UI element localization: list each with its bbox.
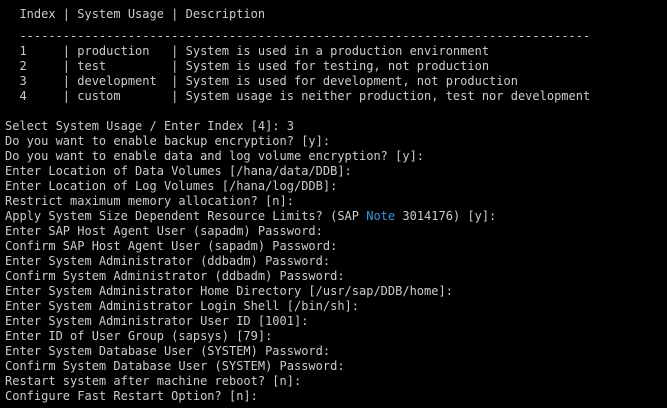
prompt-fast-restart[interactable]: Configure Fast Restart Option? [n]: [5,389,667,404]
prompt-data-volumes: Enter Location of Data Volumes [/hana/da… [5,164,352,178]
prompt-sysadm-password: Enter System Administrator (ddbadm) Pass… [5,254,331,268]
prompt-log-volumes: Enter Location of Log Volumes [/hana/log… [5,179,338,193]
prompt-sysadm-uid: Enter System Administrator User ID [1001… [5,314,309,328]
table-row: 4 | custom | System usage is neither pro… [5,89,591,103]
prompt-sysadm-home: Enter System Administrator Home Director… [5,284,453,298]
prompt-group-id: Enter ID of User Group (sapsys) [79]: [5,329,273,343]
prompt-db-user-confirm: Confirm System Database User (SYSTEM) Pa… [5,359,345,373]
terminal-window[interactable]: Index | System Usage | Description -----… [0,0,667,408]
prompt-select-usage: Select System Usage / Enter Index [4]: 3 [5,119,294,133]
table-row: 1 | production | System is used in a pro… [5,44,490,58]
prompt-sysadm-confirm: Confirm System Administrator (ddbadm) Pa… [5,269,345,283]
prompt-resource-limits-suffix: 3014176) [y]: [395,209,497,223]
prompt-sysadm-shell: Enter System Administrator Login Shell [… [5,299,360,313]
table-row: 2 | test | System is used for testing, n… [5,59,490,73]
prompt-restrict-memory: Restrict maximum memory allocation? [n]: [5,194,294,208]
table-separator: ----------------------------------------… [5,29,591,43]
table-row: 3 | development | System is used for dev… [5,74,518,88]
prompt-fast-restart-text: Configure Fast Restart Option? [n]: [5,389,258,403]
prompt-host-agent-confirm: Confirm SAP Host Agent User (sapadm) Pas… [5,239,338,253]
prompt-resource-limits-text: Apply System Size Dependent Resource Lim… [5,209,367,223]
prompt-restart-after-reboot: Restart system after machine reboot? [n]… [5,374,302,388]
prompt-resource-limits: Apply System Size Dependent Resource Lim… [5,209,667,224]
prompt-host-agent-password: Enter SAP Host Agent User (sapadm) Passw… [5,224,323,238]
prompt-db-user-password: Enter System Database User (SYSTEM) Pass… [5,344,331,358]
sap-note-keyword: Note [366,209,396,223]
prompt-backup-encryption: Do you want to enable backup encryption?… [5,134,331,148]
table-header: Index | System Usage | Description [5,7,266,21]
prompt-volume-encryption: Do you want to enable data and log volum… [5,149,425,163]
